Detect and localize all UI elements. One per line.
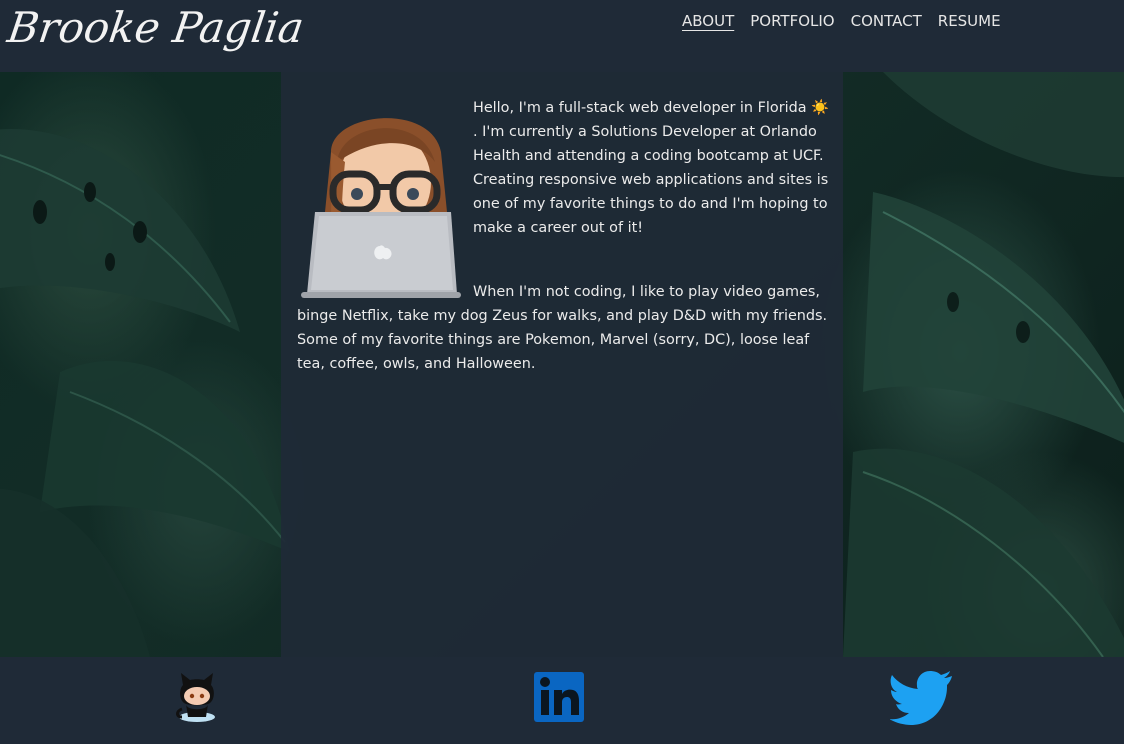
- memoji-laptop-avatar: [301, 118, 461, 298]
- linkedin-icon[interactable]: [534, 671, 584, 723]
- about-paragraph-1-end: . I'm currently a Solutions Developer at…: [473, 124, 829, 236]
- brand-logo[interactable]: Brooke Paglia: [4, 0, 307, 56]
- about-paragraph-1: Hello, I'm a full-stack web developer in…: [473, 96, 831, 240]
- about-panel: Hello, I'm a full-stack web developer in…: [281, 72, 843, 657]
- nav-about[interactable]: ABOUT: [682, 11, 734, 31]
- about-paragraph-2: When I'm not coding, I like to play vide…: [297, 284, 828, 372]
- leaf-decoration-right: [843, 72, 1124, 657]
- site-header: Brooke Paglia ABOUT PORTFOLIO CONTACT RE…: [0, 0, 1124, 72]
- site-footer: [0, 657, 1124, 744]
- about-paragraph-1-start: Hello, I'm a full-stack web developer in…: [473, 100, 812, 116]
- github-octocat-icon[interactable]: [172, 671, 222, 723]
- nav-resume[interactable]: RESUME: [938, 11, 1001, 31]
- sun-emoji-icon: ☀️: [811, 100, 830, 116]
- twitter-icon[interactable]: [890, 669, 954, 725]
- main-nav: ABOUT PORTFOLIO CONTACT RESUME: [682, 11, 1001, 31]
- nav-contact[interactable]: CONTACT: [851, 11, 922, 31]
- nav-portfolio[interactable]: PORTFOLIO: [750, 11, 834, 31]
- leaf-decoration-left: [0, 128, 290, 657]
